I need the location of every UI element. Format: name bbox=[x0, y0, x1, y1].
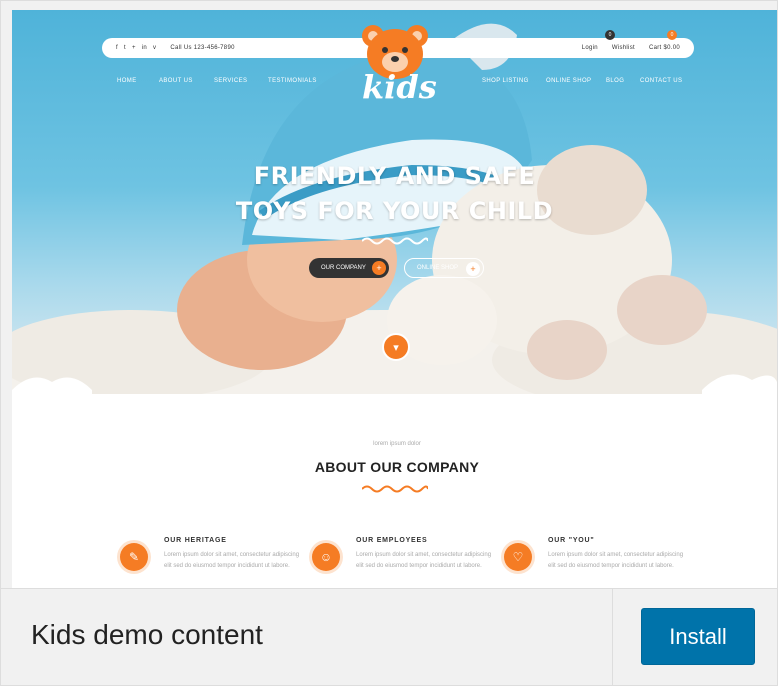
nav-item-contact-us[interactable]: Contact Us bbox=[640, 78, 682, 84]
about-subtitle: lorem ipsum dolor bbox=[373, 441, 421, 447]
nav-item-testimonials[interactable]: Testimonials bbox=[268, 78, 317, 84]
feature-employees: ☺ Our Employees Lorem ipsum dolor sit am… bbox=[312, 537, 502, 588]
about-title: ABOUT OUR COMPANY bbox=[314, 459, 480, 475]
nav-item-blog[interactable]: Blog bbox=[606, 78, 624, 84]
hero-section: f t + in v Call Us 123-456-7890 Login Wi… bbox=[12, 10, 777, 402]
feature-heritage: ✎ Our Heritage Lorem ipsum dolor sit ame… bbox=[120, 537, 310, 588]
wishlist-count-badge: 0 bbox=[605, 30, 615, 40]
demo-card: f t + in v Call Us 123-456-7890 Login Wi… bbox=[0, 0, 778, 686]
wishlist-link[interactable]: Wishlist bbox=[612, 45, 635, 51]
nav-item-home[interactable]: Home bbox=[117, 78, 137, 84]
plus-icon: + bbox=[466, 262, 480, 276]
linkedin-icon[interactable]: in bbox=[142, 45, 147, 51]
orange-wave-divider-icon bbox=[362, 485, 428, 493]
feature-title: Our Employees bbox=[356, 537, 428, 544]
phone-number: Call Us 123-456-7890 bbox=[170, 45, 235, 51]
cart-count-badge: 0 bbox=[667, 30, 677, 40]
feature-text: Lorem ipsum dolor sit amet, consectetur … bbox=[356, 552, 492, 569]
footer-divider bbox=[612, 589, 613, 685]
hero-headline-line2: TOYS FOR YOUR CHILD bbox=[235, 197, 554, 225]
demo-preview-image[interactable]: f t + in v Call Us 123-456-7890 Login Wi… bbox=[12, 10, 777, 588]
employees-icon: ☺ bbox=[312, 543, 340, 571]
demo-card-footer: Kids demo content Install bbox=[1, 588, 777, 685]
demo-name: Kids demo content bbox=[31, 619, 263, 650]
nav-item-services[interactable]: Services bbox=[214, 78, 247, 84]
install-button[interactable]: Install bbox=[641, 608, 755, 665]
social-links: f t + in v bbox=[116, 45, 156, 51]
wave-divider-icon bbox=[362, 237, 428, 245]
hero-headline-line1: FRIENDLY AND SAFE bbox=[253, 162, 536, 190]
plus-icon: + bbox=[372, 261, 386, 275]
vimeo-icon[interactable]: v bbox=[153, 45, 156, 51]
heritage-icon: ✎ bbox=[120, 543, 148, 571]
our-company-button-label: Our Company bbox=[321, 265, 366, 271]
nav-item-about-us[interactable]: About Us bbox=[159, 78, 193, 84]
online-shop-button-label: Online Shop bbox=[417, 265, 459, 271]
google-plus-icon[interactable]: + bbox=[132, 45, 136, 51]
nav-item-shop-listing[interactable]: Shop Listing bbox=[482, 78, 529, 84]
logo-text: kids bbox=[362, 68, 437, 106]
our-company-button[interactable]: Our Company + bbox=[309, 258, 389, 278]
scroll-down-button[interactable]: ▾ bbox=[382, 333, 410, 361]
twitter-icon[interactable]: t bbox=[124, 45, 126, 51]
feature-title: Our Heritage bbox=[164, 537, 227, 544]
online-shop-button[interactable]: Online Shop + bbox=[404, 258, 484, 278]
feature-text: Lorem ipsum dolor sit amet, consectetur … bbox=[548, 552, 684, 569]
cart-link[interactable]: Cart $0.00 bbox=[649, 45, 680, 51]
feature-you: ♡ Our "You" Lorem ipsum dolor sit amet, … bbox=[504, 537, 694, 588]
heart-icon: ♡ bbox=[504, 543, 532, 571]
chevron-down-icon: ▾ bbox=[393, 341, 399, 354]
facebook-icon[interactable]: f bbox=[116, 45, 118, 51]
login-link[interactable]: Login bbox=[582, 45, 598, 51]
nav-item-online-shop[interactable]: Online Shop bbox=[546, 78, 591, 84]
feature-title: Our "You" bbox=[548, 537, 595, 544]
feature-text: Lorem ipsum dolor sit amet, consectetur … bbox=[164, 552, 300, 569]
